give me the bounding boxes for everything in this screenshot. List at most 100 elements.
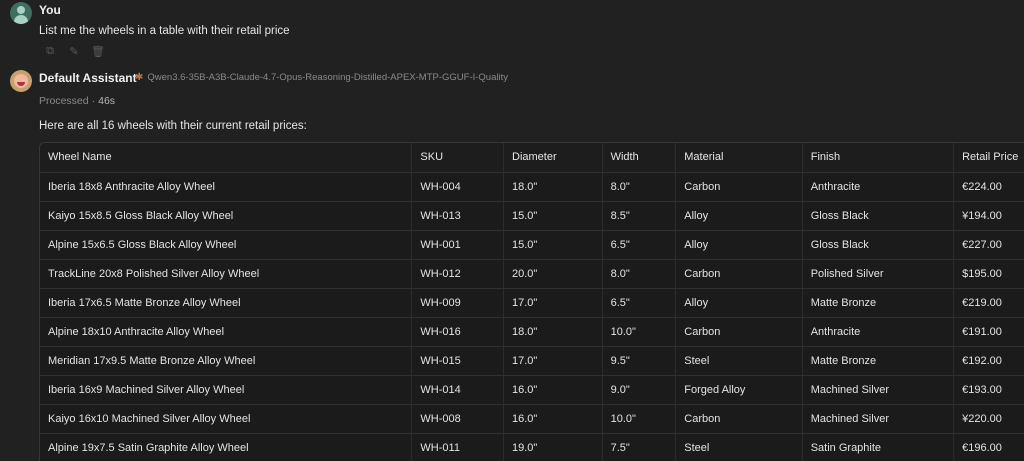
width-cell: 10.0" [601,404,676,434]
retail-price-cell: $195.00 [953,259,1024,289]
table-row: Meridian 17x9.5 Matte Bronze Alloy Wheel… [40,346,1024,376]
table-row: Kaiyo 16x10 Machined Silver Alloy Wheel W… [40,404,1024,434]
wheel-name-cell: Kaiyo 16x10 Machined Silver Alloy Wheel [40,404,412,434]
column-header-width: Width [601,143,676,173]
edit-icon[interactable]: ✎ [67,44,81,58]
retail-price-cell: €224.00 [953,172,1024,202]
table-row: Alpine 18x10 Anthracite Alloy Wheel WH-01… [40,317,1024,347]
diameter-cell: 19.0" [503,433,603,461]
sku-cell: WH-011 [411,433,504,461]
sku-cell: WH-014 [411,375,504,405]
material-cell: Carbon [675,317,803,347]
retail-price-cell: €191.00 [953,317,1024,347]
retail-price-cell: €219.00 [953,288,1024,318]
sku-cell: WH-001 [411,230,504,260]
model-tag: ✱ Qwen3.6-35B-A3B-Claude-4.7-Opus-Reason… [135,72,508,83]
table-header-row: Wheel Name SKU Diameter Width Material F… [40,143,1024,173]
material-cell: Alloy [675,201,803,231]
table-row: Iberia 18x8 Anthracite Alloy Wheel WH-004… [40,172,1024,202]
wheels-table: Wheel Name SKU Diameter Width Material F… [40,143,1024,461]
wheel-name-cell: Iberia 18x8 Anthracite Alloy Wheel [40,172,412,202]
retail-price-cell: ¥194.00 [953,201,1024,231]
width-cell: 8.0" [601,172,676,202]
delete-icon[interactable]: 🗑 [91,44,105,58]
model-name: Qwen3.6-35B-A3B-Claude-4.7-Opus-Reasonin… [147,72,508,83]
finish-cell: Polished Silver [801,259,954,289]
table-row: Iberia 17x6.5 Matte Bronze Alloy Wheel WH… [40,288,1024,318]
retail-price-cell: €192.00 [953,346,1024,376]
width-cell: 6.5" [601,288,676,318]
diameter-cell: 15.0" [503,201,603,231]
wheel-name-cell: Iberia 17x6.5 Matte Bronze Alloy Wheel [40,288,412,318]
diameter-cell: 20.0" [503,259,603,289]
wheel-name-cell: Meridian 17x9.5 Matte Bronze Alloy Wheel [40,346,412,376]
spark-icon: ✱ [135,72,144,83]
diameter-cell: 17.0" [503,346,603,376]
width-cell: 9.0" [601,375,676,405]
wheel-name-cell: Alpine 18x10 Anthracite Alloy Wheel [40,317,412,347]
column-header-finish: Finish [801,143,954,173]
finish-cell: Anthracite [801,317,954,347]
user-message-text: List me the wheels in a table with their… [39,25,290,37]
wheel-name-cell: Alpine 19x7.5 Satin Graphite Alloy Wheel [40,433,412,461]
diameter-cell: 15.0" [503,230,603,260]
table-row: Alpine 15x6.5 Gloss Black Alloy Wheel WH-… [40,230,1024,260]
material-cell: Steel [675,346,803,376]
status-label: Processed [39,95,89,107]
diameter-cell: 17.0" [503,288,603,318]
sku-cell: WH-004 [411,172,504,202]
finish-cell: Machined Silver [801,404,954,434]
wheel-name-cell: TrackLine 20x8 Polished Silver Alloy Whe… [40,259,412,289]
diameter-cell: 16.0" [503,375,603,405]
material-cell: Alloy [675,230,803,260]
table-row: Iberia 16x9 Machined Silver Alloy Wheel W… [40,375,1024,405]
sku-cell: WH-013 [411,201,504,231]
diameter-cell: 18.0" [503,172,603,202]
column-header-wheel-name: Wheel Name [40,143,412,173]
table-row: TrackLine 20x8 Polished Silver Alloy Whe… [40,259,1024,289]
width-cell: 7.5" [601,433,676,461]
sku-cell: WH-015 [411,346,504,376]
table-row: Kaiyo 15x8.5 Gloss Black Alloy Wheel WH-0… [40,201,1024,231]
wheel-name-cell: Iberia 16x9 Machined Silver Alloy Wheel [40,375,412,405]
finish-cell: Matte Bronze [801,288,954,318]
column-header-retail-price: Retail Price [953,143,1024,173]
width-cell: 10.0" [601,317,676,347]
column-header-diameter: Diameter [503,143,603,173]
retail-price-cell: €193.00 [953,375,1024,405]
wheels-table-container: Wheel Name SKU Diameter Width Material F… [39,142,1024,461]
finish-cell: Gloss Black [801,201,954,231]
retail-price-cell: ¥220.00 [953,404,1024,434]
material-cell: Carbon [675,172,803,202]
processing-duration: 46s [98,95,116,107]
width-cell: 6.5" [601,230,676,260]
diameter-cell: 18.0" [503,317,603,347]
processing-status[interactable]: Processed · 46s [39,95,115,107]
chat-view: You List me the wheels in a table with t… [0,0,1024,461]
retail-price-cell: €227.00 [953,230,1024,260]
finish-cell: Satin Graphite [801,433,954,461]
material-cell: Carbon [675,404,803,434]
user-author-name: You [39,3,61,17]
finish-cell: Machined Silver [801,375,954,405]
sku-cell: WH-012 [411,259,504,289]
wheel-name-cell: Kaiyo 15x8.5 Gloss Black Alloy Wheel [40,201,412,231]
finish-cell: Anthracite [801,172,954,202]
diameter-cell: 16.0" [503,404,603,434]
table-row: Alpine 19x7.5 Satin Graphite Alloy Wheel… [40,433,1024,461]
material-cell: Carbon [675,259,803,289]
finish-cell: Gloss Black [801,230,954,260]
finish-cell: Matte Bronze [801,346,954,376]
material-cell: Steel [675,433,803,461]
copy-icon[interactable]: ⧉ [43,44,57,58]
width-cell: 8.5" [601,201,676,231]
assistant-avatar [10,70,32,92]
sku-cell: WH-008 [411,404,504,434]
column-header-material: Material [675,143,803,173]
wheel-name-cell: Alpine 15x6.5 Gloss Black Alloy Wheel [40,230,412,260]
sku-cell: WH-016 [411,317,504,347]
user-avatar [10,2,32,24]
column-header-sku: SKU [411,143,504,173]
width-cell: 9.5" [601,346,676,376]
material-cell: Alloy [675,288,803,318]
